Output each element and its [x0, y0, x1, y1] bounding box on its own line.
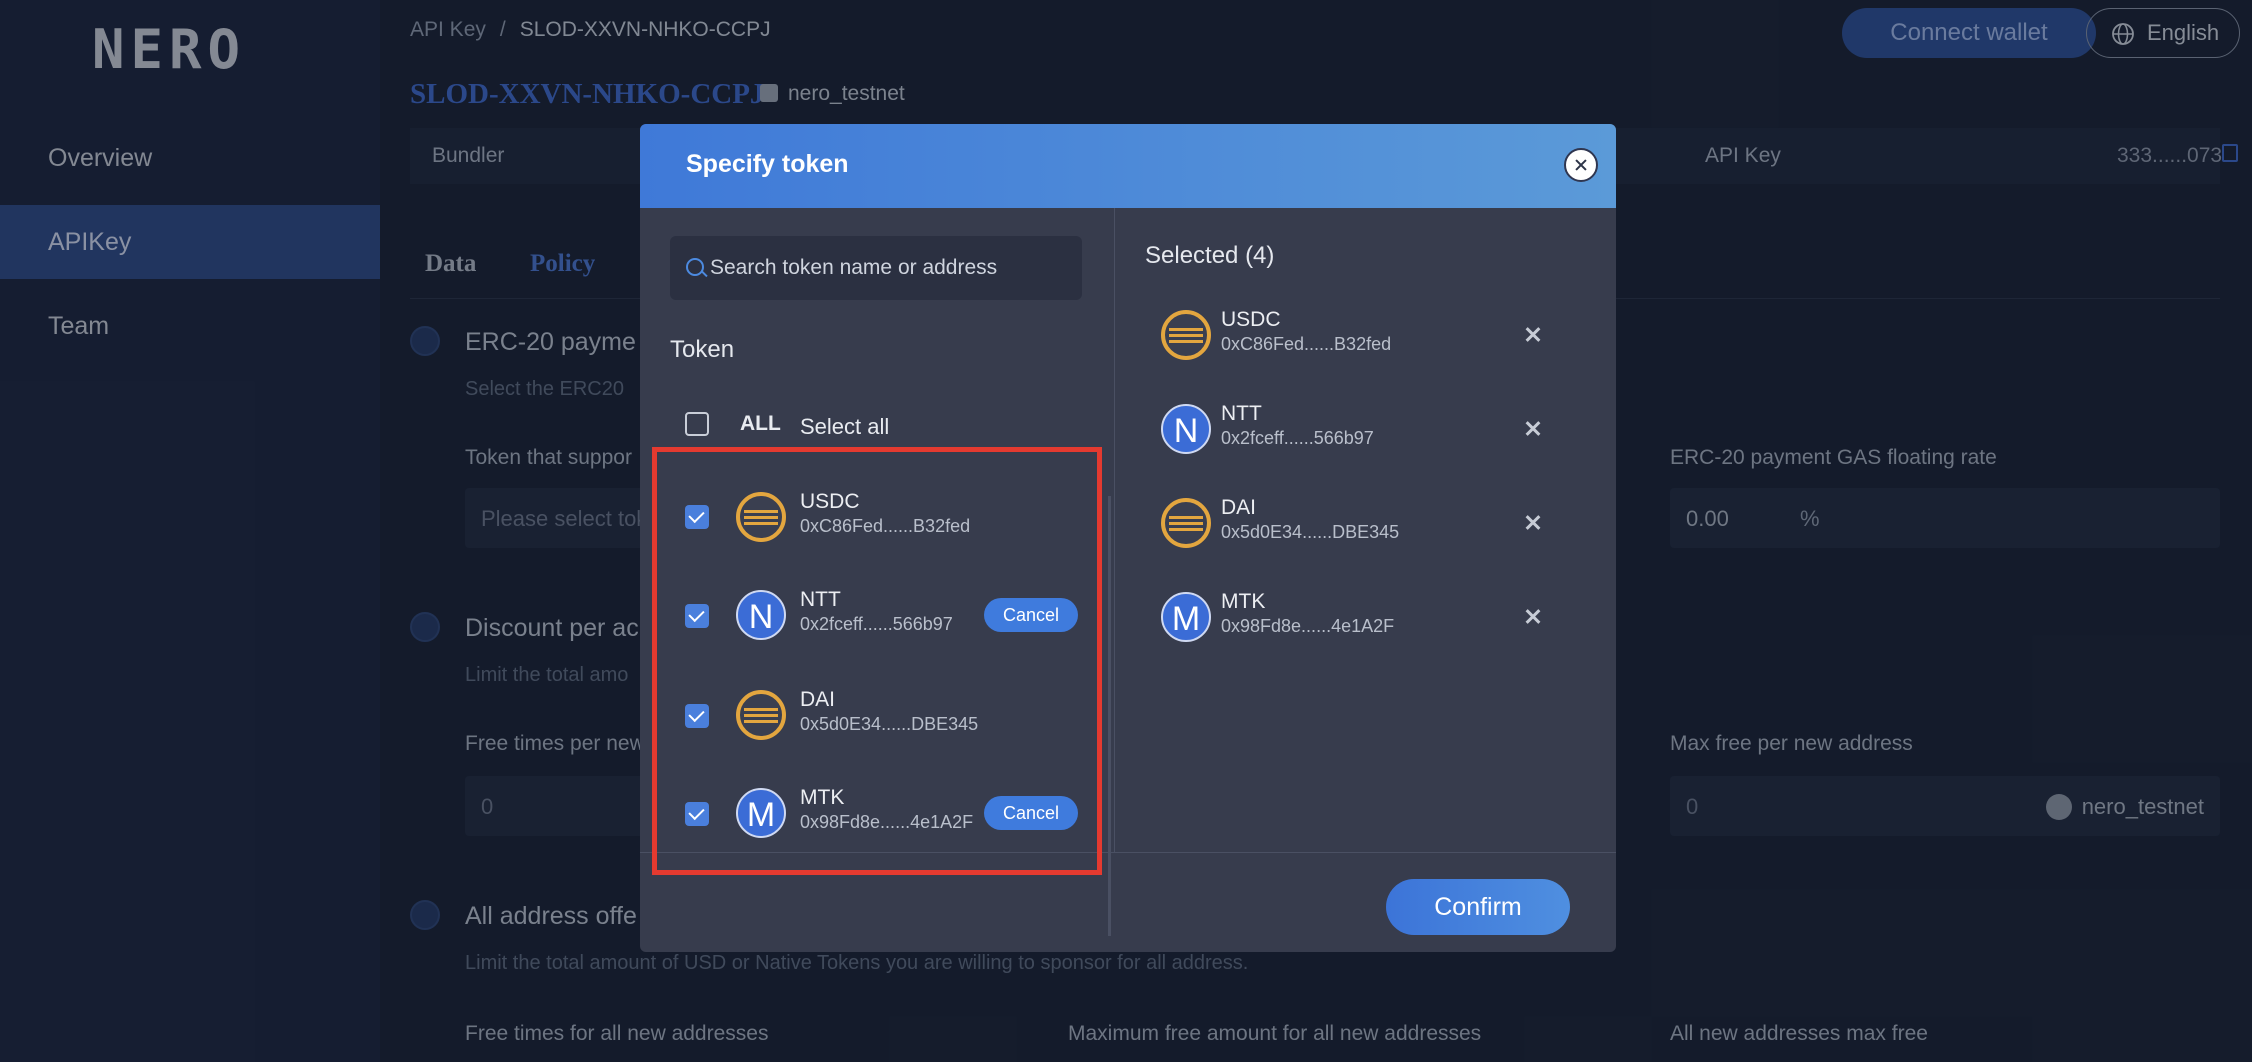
search-icon	[686, 258, 704, 276]
select-all-label: Select all	[800, 414, 890, 439]
search-box	[670, 236, 1082, 300]
close-icon[interactable]	[1564, 148, 1598, 182]
token-name: NTT	[1221, 402, 1262, 425]
token-name: USDC	[1221, 308, 1281, 331]
token-heading: Token	[670, 336, 735, 363]
token-address: 0x98Fd8e......4e1A2F	[1221, 616, 1395, 636]
select-all-checkbox[interactable]	[685, 412, 709, 436]
remove-icon[interactable]	[1521, 416, 1545, 440]
selected-item: DAI 0x5d0E34......DBE345	[1115, 486, 1575, 576]
confirm-button[interactable]: Confirm	[1386, 879, 1570, 935]
token-address: 0x5d0E34......DBE345	[1221, 522, 1400, 542]
selected-heading: Selected (4)	[1145, 242, 1275, 269]
search-input[interactable]	[710, 236, 1070, 300]
remove-icon[interactable]	[1521, 604, 1545, 628]
selected-item: M MTK 0x98Fd8e......4e1A2F	[1115, 580, 1575, 670]
modal-header: Specify token	[640, 124, 1616, 208]
selected-pane: Selected (4) USDC 0xC86Fed......B32fed N…	[1114, 208, 1616, 852]
all-label: ALL	[740, 412, 781, 435]
token-m-icon: M	[1161, 592, 1211, 642]
token-address: 0x2fceff......566b97	[1221, 428, 1374, 448]
modal-title: Specify token	[686, 150, 849, 178]
remove-icon[interactable]	[1521, 510, 1545, 534]
remove-icon[interactable]	[1521, 322, 1545, 346]
token-name: DAI	[1221, 496, 1257, 519]
token-address: 0xC86Fed......B32fed	[1221, 334, 1392, 354]
selected-item: USDC 0xC86Fed......B32fed	[1115, 298, 1575, 388]
selected-item: N NTT 0x2fceff......566b97	[1115, 392, 1575, 482]
token-name: MTK	[1221, 590, 1266, 613]
token-n-icon: N	[1161, 404, 1211, 454]
coin-icon	[1161, 310, 1211, 360]
highlight-box	[652, 447, 1102, 875]
coin-icon	[1161, 498, 1211, 548]
